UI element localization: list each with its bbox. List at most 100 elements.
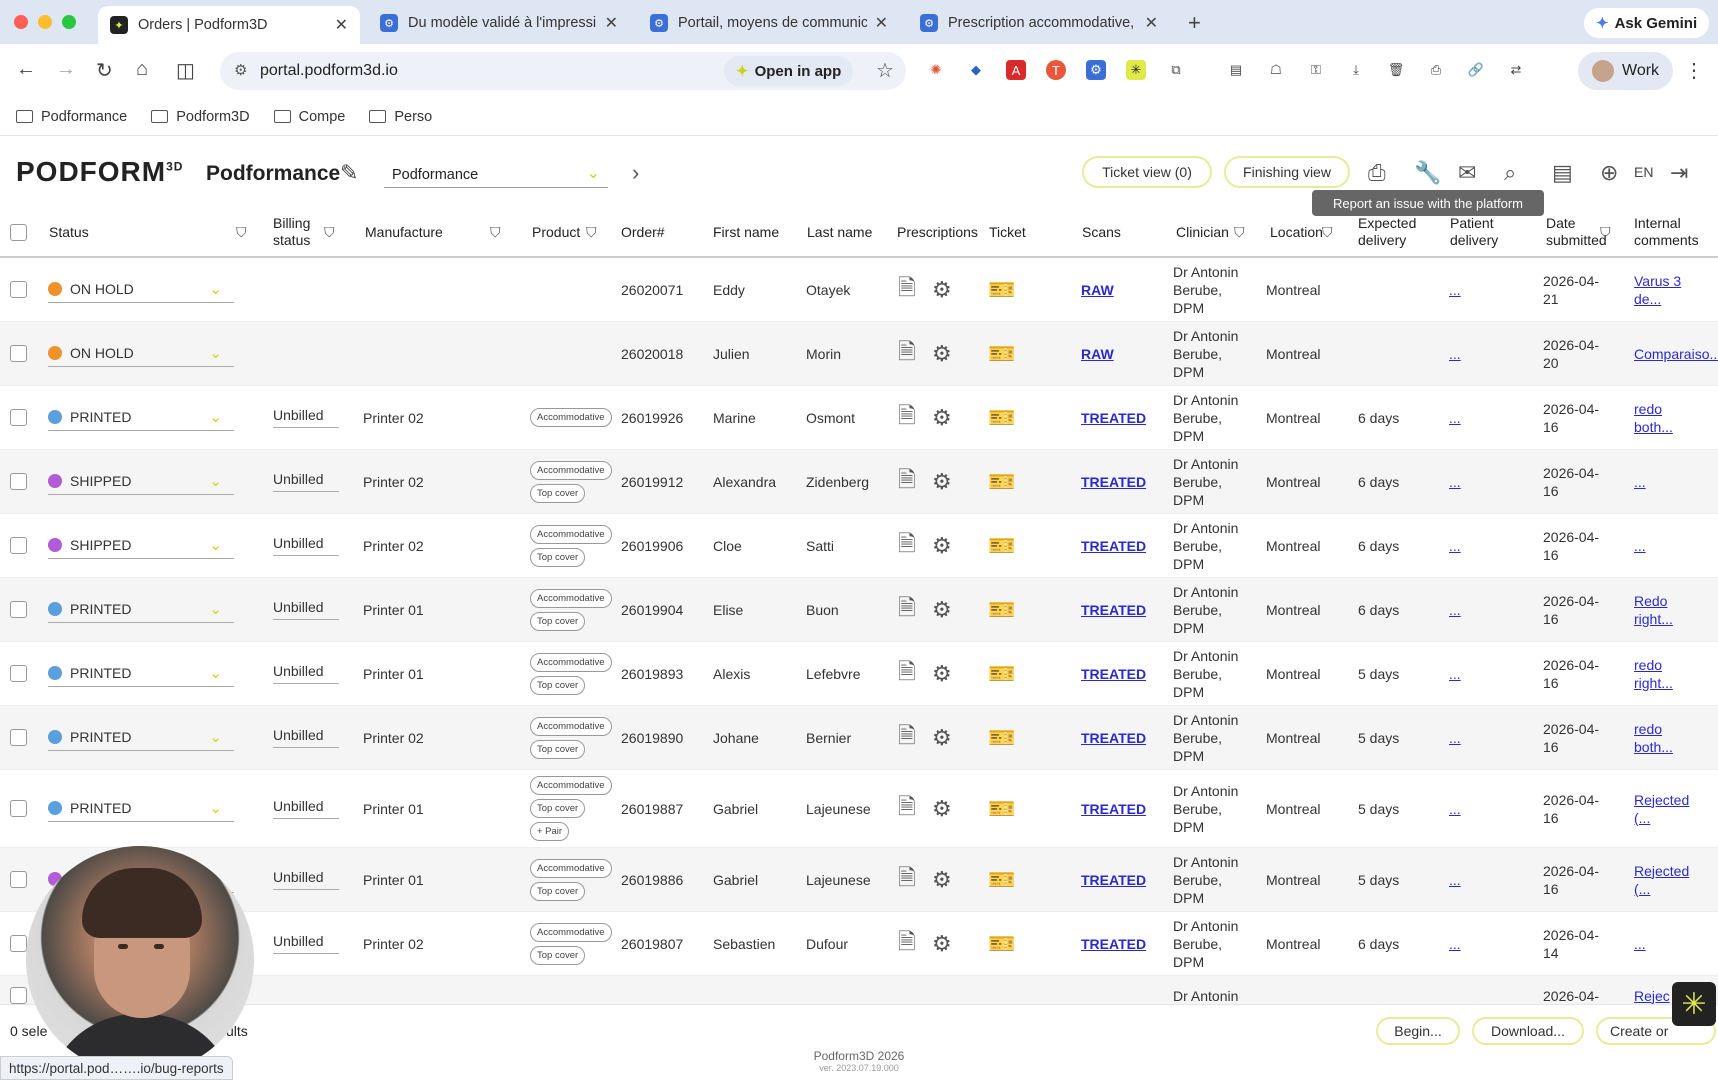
patient-delivery-link[interactable]: ... [1449,602,1461,618]
filter-icon[interactable]: ⛉ [1594,206,1611,258]
table-row[interactable]: PRINTED ⌄ Unbilled Printer 01 Accommodative T… [0,578,1718,642]
status-select[interactable]: PRINTED ⌄ [48,725,234,751]
gear-icon[interactable]: ⚙ [932,796,952,822]
globe-icon[interactable]: ⊕ [1600,160,1618,186]
bookmark-star-icon[interactable]: ☆ [876,58,894,83]
comment-line[interactable]: ... [1634,537,1646,555]
ticket-icon[interactable]: 🎫 [988,469,1015,495]
url-text[interactable]: portal.podform3d.io [260,62,398,80]
extension-gear-icon[interactable]: ⚙ [1086,60,1106,80]
col-scans[interactable]: Scans [1082,206,1121,258]
table-row[interactable]: PRINTED ⌄ Unbilled Printer 01 Accommodative T… [0,770,1718,848]
scan-link[interactable]: RAW [1081,282,1114,298]
ticket-icon[interactable]: 🎫 [988,597,1015,623]
prescription-document-icon[interactable]: 🗎 [898,271,916,309]
wrench-icon[interactable]: 🔧 [1414,160,1441,186]
prescription-document-icon[interactable]: 🗎 [898,399,916,437]
open-in-app-button[interactable]: ✦ Open in app [724,56,854,86]
status-select[interactable]: PRINTED ⌄ [48,597,234,623]
status-select[interactable]: PRINTED ⌄ [48,796,234,822]
trash-icon[interactable]: 🗑 [1386,60,1406,80]
extension-asterisk-icon[interactable]: ✺ [926,60,946,80]
download-icon[interactable]: ⤓ [1346,60,1366,80]
billing-status[interactable]: Unbilled [273,663,339,684]
col-product[interactable]: Product [532,206,580,258]
comment-line[interactable]: Rejected [1634,791,1689,809]
ticket-icon[interactable]: 🎫 [988,725,1015,751]
reload-icon[interactable]: ↻ [96,58,113,83]
table-row[interactable]: PRINTED ⌄ Unbilled Printer 01 Accommodative T… [0,642,1718,706]
table-row[interactable]: ON HOLD ⌄ 26020018 Julien Morin 🗎 ⚙ 🎫 RAW Dr Anto… [0,322,1718,386]
filter-icon[interactable]: ⛉ [580,206,597,258]
billing-status[interactable]: Unbilled [273,798,339,819]
scan-link[interactable]: TREATED [1081,872,1146,888]
filter-icon[interactable]: ⛉ [318,206,335,258]
prescription-document-icon[interactable]: 🗎 [898,655,916,693]
patient-delivery-link[interactable]: ... [1449,936,1461,952]
gear-icon[interactable]: ⚙ [932,341,952,367]
patient-delivery-link[interactable]: ... [1449,282,1461,298]
reading-mode-icon[interactable]: ▤ [1226,60,1246,80]
company-select[interactable]: Podformance ⌄ [384,162,608,188]
tab-portail[interactable]: ⚙ Portail, moyens de communic ✕ [638,6,900,40]
col-internal-comments[interactable]: Internal comments [1634,206,1714,258]
mail-icon[interactable]: ✉ [1458,160,1476,186]
comment-line[interactable]: Rejec [1634,987,1670,1005]
table-row[interactable]: ON HOLD ⌄ 26020071 Eddy Otayek 🗎 ⚙ 🎫 RAW Dr Anton… [0,258,1718,322]
print-icon[interactable]: ⎙ [1368,160,1386,186]
site-settings-icon[interactable]: ⚙ [234,61,247,79]
search-icon[interactable]: ⌕ [1504,160,1516,186]
ticket-icon[interactable]: 🎫 [988,533,1015,559]
status-select[interactable]: PRINTED ⌄ [48,405,234,431]
tab-prescription[interactable]: ⚙ Prescription accommodative, ✕ [908,6,1170,40]
address-bar[interactable]: ⚙ portal.podform3d.io ✦ Open in app ☆ [220,52,906,90]
comment-line[interactable]: Rejected [1634,862,1689,880]
status-select[interactable]: ON HOLD ⌄ [48,277,234,303]
prescription-document-icon[interactable]: 🗎 [898,335,916,373]
comment-line[interactable]: right... [1634,674,1673,692]
download-button[interactable]: Download... [1472,1017,1584,1045]
ask-gemini-button[interactable]: ✦ Ask Gemini [1584,8,1710,38]
extension-pdf-icon[interactable]: A [1006,60,1026,80]
gear-icon[interactable]: ⚙ [932,533,952,559]
table-row[interactable]: ⌄UnbilledPrinter 02AccommodativeTop cove… [0,912,1718,976]
comment-line[interactable]: Varus 3 [1634,272,1681,290]
gear-icon[interactable]: ⚙ [932,725,952,751]
prescription-document-icon[interactable]: 🗎 [898,463,916,501]
logout-icon[interactable]: ⇥ [1670,160,1688,186]
tab-du-modele[interactable]: ⚙ Du modèle validé à l'impressi ✕ [368,6,630,40]
password-key-icon[interactable]: ⚿ [1306,60,1326,80]
bookmark-compe[interactable]: Compe [273,109,345,125]
extension-diamond-icon[interactable]: ◆ [966,60,986,80]
extension-sparkle-icon[interactable]: ✳ [1126,60,1146,80]
print-icon[interactable]: ⎙ [1426,60,1446,80]
patient-delivery-link[interactable]: ... [1449,474,1461,490]
filter-icon[interactable]: ⛉ [230,206,247,258]
scan-link[interactable]: TREATED [1081,730,1146,746]
checkbox[interactable] [10,223,27,241]
col-order[interactable]: Order# [621,206,665,258]
col-status[interactable]: Status [49,206,89,258]
scan-link[interactable]: TREATED [1081,410,1146,426]
billing-status[interactable]: Unbilled [273,727,339,748]
comment-line[interactable]: de... [1634,290,1661,308]
patient-delivery-link[interactable]: ... [1449,410,1461,426]
scan-link[interactable]: TREATED [1081,936,1146,952]
patient-delivery-link[interactable]: ... [1449,666,1461,682]
ticket-icon[interactable]: 🎫 [988,661,1015,687]
finishing-view-button[interactable]: Finishing view [1224,156,1350,188]
scan-link[interactable]: TREATED [1081,538,1146,554]
scan-link[interactable]: TREATED [1081,602,1146,618]
patient-delivery-link[interactable]: ... [1449,801,1461,817]
table-row[interactable]: ⌄UnbilledPrinter 01AccommodativeTop cove… [0,848,1718,912]
prescription-document-icon[interactable]: 🗎 [898,719,916,757]
profile-button[interactable]: Work [1578,52,1674,90]
begin-button[interactable]: Begin... [1376,1017,1460,1045]
gear-icon[interactable]: ⚙ [932,405,952,431]
comment-line[interactable]: Comparaiso... [1634,345,1718,363]
status-select[interactable]: ON HOLD ⌄ [48,341,234,367]
ticket-icon[interactable]: 🎫 [988,341,1015,367]
col-clinician[interactable]: Clinician [1176,206,1229,258]
forward-icon[interactable]: → [56,58,76,81]
patient-delivery-link[interactable]: ... [1449,346,1461,362]
